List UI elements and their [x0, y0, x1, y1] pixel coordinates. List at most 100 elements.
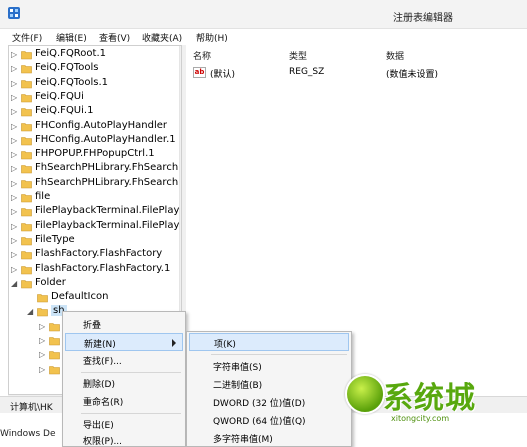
menu-item-label: 新建(N)	[84, 340, 116, 350]
tree-item[interactable]: ▷ FhSearchPHLibrary.FhSearchI	[9, 162, 182, 176]
folder-icon	[21, 51, 32, 60]
column-header-name[interactable]: 名称	[193, 49, 211, 62]
tree-item-label: FeiQ.FQTools.1	[35, 76, 108, 88]
expand-arrow-icon[interactable]: ▷	[39, 336, 48, 345]
tree-item[interactable]: ▷ FHPOPUP.FHPopupCtrl.1	[9, 148, 179, 162]
tree-item-label: FeiQ.FQUi	[35, 90, 84, 102]
expand-arrow-icon[interactable]: ▷	[39, 365, 48, 374]
expand-arrow-icon[interactable]: ▷	[11, 222, 20, 231]
expand-arrow-icon[interactable]: ▷	[11, 207, 20, 216]
menu-favorites[interactable]: 收藏夹(A)	[142, 31, 182, 44]
menu-item-permissions[interactable]: 权限(P)...	[65, 431, 183, 447]
submenu-item-string-value[interactable]: 字符串值(S)	[189, 357, 349, 375]
submenu-item-label: 二进制值(B)	[213, 381, 263, 391]
folder-icon	[21, 265, 32, 274]
tree-item-label: FeiQ.FQTools	[35, 62, 99, 74]
folder-icon	[21, 79, 32, 88]
expand-arrow-icon[interactable]: ▷	[11, 79, 20, 88]
submenu-item-dword-value[interactable]: DWORD (32 位)值(D)	[189, 393, 349, 411]
menu-item-label: 查找(F)...	[83, 357, 122, 367]
folder-icon	[21, 237, 32, 246]
tree-item-label: file	[35, 191, 51, 202]
tree-item[interactable]: ▷ FHConfig.AutoPlayHandler	[9, 120, 179, 134]
tree-item[interactable]: ▷ FlashFactory.FlashFactory	[9, 248, 179, 262]
tree-item[interactable]: ▷ FeiQ.FQUi	[9, 91, 179, 105]
submenu-item-label: 多字符串值(M)	[213, 435, 273, 445]
column-header-data[interactable]: 数据	[386, 49, 404, 62]
folder-icon	[21, 94, 32, 103]
folder-icon	[21, 208, 32, 217]
menu-item-label: 重命名(R)	[83, 398, 124, 408]
collapse-arrow-icon[interactable]: ◢	[27, 307, 36, 316]
expand-arrow-icon[interactable]: ▷	[11, 265, 20, 274]
tree-item-label: FhSearchPHLibrary.FhSearchI	[35, 162, 182, 174]
tree-item[interactable]: ▷ FeiQ.FQTools	[9, 62, 179, 76]
expand-arrow-icon[interactable]	[27, 293, 36, 302]
tree-item[interactable]: ▷ FileType	[9, 234, 179, 248]
tree-item[interactable]: ▷ FlashFactory.FlashFactory.1	[9, 263, 179, 277]
expand-arrow-icon[interactable]: ▷	[11, 193, 20, 202]
folder-icon	[21, 108, 32, 117]
column-header-type[interactable]: 类型	[289, 49, 307, 62]
expand-arrow-icon[interactable]: ▷	[11, 93, 20, 102]
menu-edit[interactable]: 编辑(E)	[56, 31, 87, 44]
value-data: (数值未设置)	[386, 70, 439, 80]
submenu-item-label: DWORD (32 位)值(D)	[213, 399, 306, 409]
menu-file[interactable]: 文件(F)	[12, 31, 42, 44]
expand-arrow-icon[interactable]: ▷	[11, 64, 20, 73]
expand-arrow-icon[interactable]: ▷	[39, 322, 48, 331]
submenu-item-label: 项(K)	[214, 340, 236, 350]
menu-item-collapse[interactable]: 折叠	[65, 315, 183, 333]
submenu-arrow-icon	[172, 339, 176, 347]
collapse-arrow-icon[interactable]: ◢	[11, 279, 20, 288]
tree-item-label: FileType	[35, 233, 75, 245]
expand-arrow-icon[interactable]: ▷	[11, 107, 20, 116]
tree-item[interactable]: ◢ Folder	[9, 277, 179, 291]
tree-item[interactable]: ▷ FHConfig.AutoPlayHandler.1	[9, 134, 179, 148]
tree-item[interactable]: ▷ FilePlaybackTerminal.FilePlay	[9, 220, 179, 234]
tree-item[interactable]: ▷ FhSearchPHLibrary.FhSearchI	[9, 177, 181, 191]
window-title: 注册表编辑器	[393, 13, 453, 24]
tree-item[interactable]: ▷ file	[9, 191, 179, 205]
expand-arrow-icon[interactable]: ▷	[11, 150, 20, 159]
new-submenu: 项(K) 字符串值(S) 二进制值(B) DWORD (32 位)值(D) QW…	[186, 331, 352, 447]
tree-item[interactable]: ▷ FeiQ.FQTools.1	[9, 77, 179, 91]
menu-separator	[81, 372, 181, 373]
folder-icon	[37, 294, 48, 303]
submenu-item-key[interactable]: 项(K)	[189, 333, 349, 351]
watermark-logo-icon	[345, 374, 385, 414]
expand-arrow-icon[interactable]: ▷	[11, 136, 20, 145]
submenu-item-label: 字符串值(S)	[213, 363, 262, 373]
menu-item-new[interactable]: 新建(N)	[65, 333, 183, 351]
submenu-item-multistring-value[interactable]: 多字符串值(M)	[189, 429, 349, 447]
expand-arrow-icon[interactable]: ▷	[11, 236, 20, 245]
tree-item[interactable]: ▷ FilePlaybackTerminal.FilePlay	[9, 205, 179, 219]
tree-item-label: FlashFactory.FlashFactory.1	[35, 262, 171, 274]
tree-item-label: FHConfig.AutoPlayHandler	[35, 119, 167, 131]
menu-item-label: 折叠	[83, 321, 102, 331]
menu-item-rename[interactable]: 重命名(R)	[65, 392, 183, 410]
expand-arrow-icon[interactable]: ▷	[39, 350, 48, 359]
site-watermark: 系统城 xitongcity.com	[345, 372, 515, 430]
expand-arrow-icon[interactable]: ▷	[11, 122, 20, 131]
folder-icon	[21, 194, 32, 203]
folder-icon	[21, 151, 32, 160]
expand-arrow-icon[interactable]: ▷	[11, 250, 20, 259]
menu-item-label: 导出(E)	[83, 421, 114, 431]
tree-item[interactable]: DefaultIcon	[25, 291, 179, 305]
expand-arrow-icon[interactable]: ▷	[11, 179, 20, 188]
menu-item-label: 权限(P)...	[83, 437, 123, 447]
menu-item-find[interactable]: 查找(F)...	[65, 351, 183, 369]
tree-item[interactable]: ▷ FeiQ.FQUi.1	[9, 105, 179, 119]
tree-item[interactable]: ▷ FeiQ.FQRoot.1	[9, 48, 179, 62]
expand-arrow-icon[interactable]: ▷	[11, 164, 20, 173]
value-row[interactable]: ab (默认) REG_SZ (数值未设置)	[186, 66, 527, 80]
menu-view[interactable]: 查看(V)	[99, 31, 130, 44]
menu-help[interactable]: 帮助(H)	[196, 31, 228, 44]
submenu-item-qword-value[interactable]: QWORD (64 位)值(Q)	[189, 411, 349, 429]
title-bar: 注册表编辑器	[0, 0, 527, 29]
expand-arrow-icon[interactable]: ▷	[11, 50, 20, 59]
submenu-item-binary-value[interactable]: 二进制值(B)	[189, 375, 349, 393]
folder-icon	[21, 251, 32, 260]
menu-item-delete[interactable]: 删除(D)	[65, 374, 183, 392]
